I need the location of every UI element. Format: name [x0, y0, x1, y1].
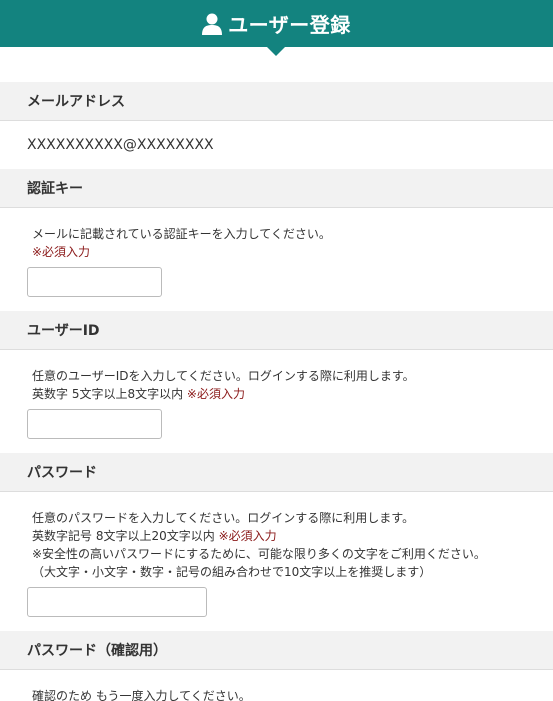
auth-key-description: メールに記載されている認証キーを入力してください。 ※必須入力: [27, 225, 553, 261]
auth-key-input[interactable]: [27, 267, 162, 297]
email-section-header: メールアドレス: [0, 82, 553, 121]
password-confirm-description: 確認のため もう一度入力してください。: [32, 689, 251, 701]
user-id-input[interactable]: [27, 409, 162, 439]
password-confirm-section-header: パスワード（確認用）: [0, 631, 553, 670]
auth-key-label: 認証キー: [27, 181, 83, 197]
required-note: ※必須入力: [218, 529, 277, 543]
email-label: メールアドレス: [27, 94, 125, 110]
password-input[interactable]: [27, 587, 207, 617]
password-section-header: パスワード: [0, 453, 553, 492]
user-icon: [202, 13, 223, 35]
header-pointer: [266, 46, 286, 56]
required-note: ※必須入力: [186, 387, 245, 401]
page-header: ユーザー登録: [0, 0, 553, 56]
email-value: XXXXXXXXXX@XXXXXXXX: [27, 137, 214, 153]
password-confirm-label: パスワード（確認用）: [27, 643, 167, 659]
page-title: ユーザー登録: [228, 13, 351, 37]
user-id-description: 任意のユーザーIDを入力してください。ログインする際に利用します。 英数字 5文…: [32, 369, 415, 401]
user-id-label: ユーザーID: [27, 323, 100, 339]
user-id-section-header: ユーザーID: [0, 311, 553, 350]
password-label: パスワード: [27, 465, 97, 481]
password-description: 任意のパスワードを入力してください。ログインする際に利用します。 英数字記号 8…: [32, 511, 486, 579]
required-note: ※必須入力: [32, 245, 91, 259]
auth-key-section-header: 認証キー: [0, 169, 553, 208]
